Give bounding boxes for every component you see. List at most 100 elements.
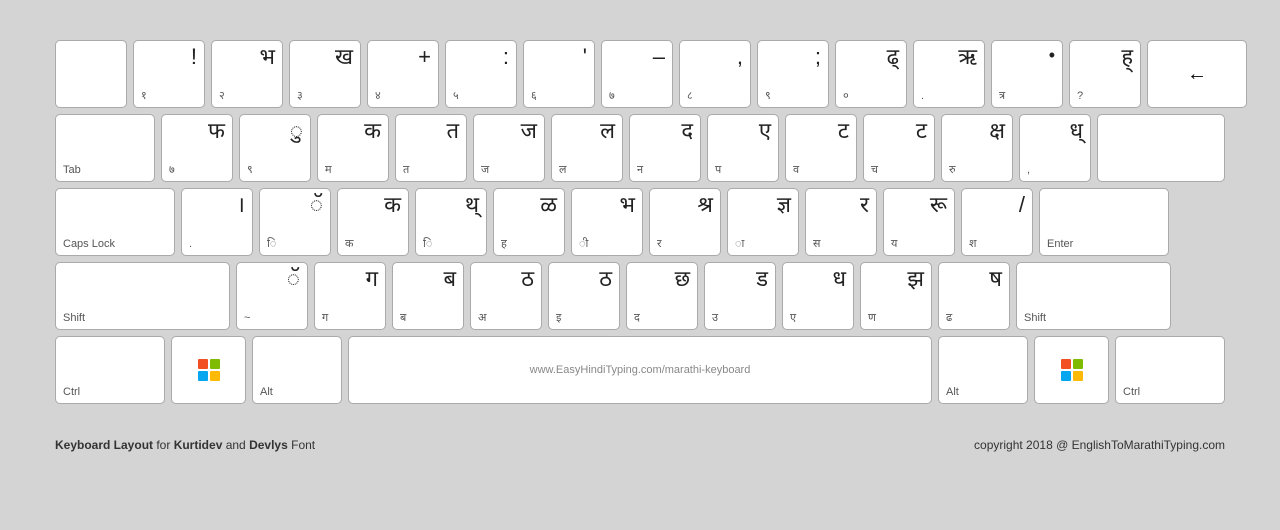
key-win-right[interactable] (1034, 336, 1109, 404)
key-x[interactable]: ग ग (314, 262, 386, 330)
key-semicolon[interactable]: रू य (883, 188, 955, 256)
key-equals[interactable]: • त्र (991, 40, 1063, 108)
key-latin: द (634, 313, 640, 324)
backspace-icon: ← (1187, 63, 1207, 86)
key-rbracket[interactable]: ध् , (1019, 114, 1091, 182)
key-5[interactable]: : ५ (445, 40, 517, 108)
key-c[interactable]: ब ब (392, 262, 464, 330)
key-minus[interactable]: ऋ . (913, 40, 985, 108)
key-devanagari: ळ (540, 194, 557, 216)
key-n[interactable]: छ द (626, 262, 698, 330)
key-9[interactable]: ; ९ (757, 40, 829, 108)
key-backtick[interactable] (55, 40, 127, 108)
key-devanagari: क (384, 194, 401, 216)
key-m[interactable]: ड उ (704, 262, 776, 330)
footer-left: Keyboard Layout for Kurtidev and Devlys … (55, 438, 315, 452)
key-d[interactable]: क क (337, 188, 409, 256)
key-devanagari: ध (832, 268, 846, 290)
footer: Keyboard Layout for Kurtidev and Devlys … (0, 430, 1280, 452)
key-g[interactable]: ळ ह (493, 188, 565, 256)
key-k[interactable]: ज्ञ ा (727, 188, 799, 256)
key-j[interactable]: श्र र (649, 188, 721, 256)
key-devanagari: ख (335, 46, 353, 68)
key-devanagari: ग (366, 268, 378, 290)
key-bracket[interactable]: ह् ? (1069, 40, 1141, 108)
key-tab[interactable]: Tab (55, 114, 155, 182)
key-o[interactable]: ट व (785, 114, 857, 182)
key-t[interactable]: ज ज (473, 114, 545, 182)
key-devanagari: थ् (465, 194, 479, 216)
key-devanagari: ज (521, 120, 537, 142)
key-devanagari: ए (759, 120, 771, 142)
key-enter[interactable]: Enter (1039, 188, 1169, 256)
key-devanagari: छ (675, 268, 690, 290)
key-ctrl-left[interactable]: Ctrl (55, 336, 165, 404)
keyboard-container: ! १ भ २ ख ३ + ४ : ५ ' ६ – ७ , ८ (0, 0, 1280, 430)
key-caps-lock[interactable]: Caps Lock (55, 188, 175, 256)
key-f[interactable]: थ् ि (415, 188, 487, 256)
key-a[interactable]: । . (181, 188, 253, 256)
space-label: www.EasyHindiTyping.com/marathi-keyboard (530, 364, 751, 376)
key-latin: ज (481, 165, 489, 176)
key-space[interactable]: www.EasyHindiTyping.com/marathi-keyboard (348, 336, 932, 404)
key-e[interactable]: क म (317, 114, 389, 182)
key-period[interactable]: झ ण (860, 262, 932, 330)
key-2[interactable]: भ २ (211, 40, 283, 108)
key-latin: र (657, 239, 662, 250)
key-latin: श (969, 239, 976, 250)
key-i[interactable]: ए प (707, 114, 779, 182)
key-1[interactable]: ! १ (133, 40, 205, 108)
key-slash[interactable]: ष ढ (938, 262, 1010, 330)
key-latin: म (325, 165, 332, 176)
key-backspace[interactable]: ← (1147, 40, 1247, 108)
key-3[interactable]: ख ३ (289, 40, 361, 108)
key-devanagari: ' (583, 46, 587, 68)
key-shift-right[interactable]: Shift (1016, 262, 1171, 330)
key-shift-left[interactable]: Shift (55, 262, 230, 330)
key-v[interactable]: ठ अ (470, 262, 542, 330)
key-6[interactable]: ' ६ (523, 40, 595, 108)
key-p[interactable]: ट च (863, 114, 935, 182)
key-latin: च (871, 165, 878, 176)
key-y[interactable]: ल ल (551, 114, 623, 182)
key-r[interactable]: त त (395, 114, 467, 182)
key-w[interactable]: ु ९ (239, 114, 311, 182)
key-devanagari: ॅ (310, 194, 323, 216)
key-latin: त (403, 165, 409, 176)
key-devanagari: • (1049, 46, 1055, 64)
copyright-text: copyright 2018 @ EnglishToMarathiTyping.… (974, 438, 1225, 452)
key-s[interactable]: ॅ ि (259, 188, 331, 256)
key-latin: ढ (946, 313, 952, 324)
key-devanagari: द (681, 120, 693, 142)
key-devanagari: फ (208, 120, 225, 142)
key-latin: ह (501, 239, 507, 250)
key-latin: व (793, 165, 799, 176)
key-u[interactable]: द न (629, 114, 701, 182)
key-4[interactable]: + ४ (367, 40, 439, 108)
key-l[interactable]: र स (805, 188, 877, 256)
key-lbracket[interactable]: क्ष रु (941, 114, 1013, 182)
key-devanagari: : (503, 46, 509, 68)
key-q[interactable]: फ ७ (161, 114, 233, 182)
key-h[interactable]: भ ी (571, 188, 643, 256)
key-backslash[interactable] (1097, 114, 1225, 182)
key-alt-left[interactable]: Alt (252, 336, 342, 404)
key-latin: य (891, 239, 897, 250)
key-7[interactable]: – ७ (601, 40, 673, 108)
key-win-left[interactable] (171, 336, 246, 404)
key-latin: . (189, 239, 192, 250)
key-devanagari: त (446, 120, 459, 142)
key-z[interactable]: ॅ ~ (236, 262, 308, 330)
key-alt-right[interactable]: Alt (938, 336, 1028, 404)
key-label: Shift (1024, 313, 1046, 324)
key-devanagari: भ (260, 46, 275, 68)
key-quote[interactable]: / श (961, 188, 1033, 256)
key-ctrl-right[interactable]: Ctrl (1115, 336, 1225, 404)
row-asdf: Caps Lock । . ॅ ि क क थ् ि ळ ह भ ी श्र र (55, 188, 1225, 256)
key-8[interactable]: , ८ (679, 40, 751, 108)
key-b[interactable]: ठ इ (548, 262, 620, 330)
row-qwerty: Tab फ ७ ु ९ क म त त ज ज ल ल द न (55, 114, 1225, 182)
key-devanagari: – (653, 46, 665, 68)
key-comma[interactable]: ध ए (782, 262, 854, 330)
key-0[interactable]: ढ् ० (835, 40, 907, 108)
